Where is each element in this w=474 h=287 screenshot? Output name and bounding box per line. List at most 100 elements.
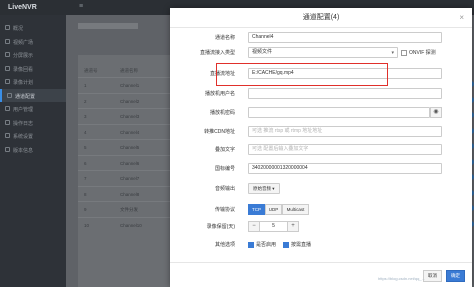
cdn-url-input[interactable]: 可选 推流 rtsp 或 rtmp 地址地址 (248, 126, 442, 137)
menu-icon[interactable]: ≡ (79, 3, 83, 10)
table-row[interactable]: 2 Channel2 (78, 92, 185, 108)
cell-channel-no: 2 (84, 98, 87, 104)
channel-name-input[interactable]: Channel4 (248, 32, 442, 43)
minus-icon[interactable]: − (249, 222, 260, 231)
home-icon (5, 25, 10, 30)
cell-channel-no: 5 (84, 145, 87, 150)
calendar-icon (5, 79, 10, 84)
cell-channel-no: 8 (84, 191, 87, 197)
enable-checkbox[interactable]: 是否启用 (248, 241, 276, 248)
table-row[interactable]: 6 Channel6 (78, 154, 185, 170)
sidebar-item-label: 版本信息 (13, 147, 34, 154)
table-row[interactable]: 4 Channel4 (78, 123, 185, 139)
dialog-title: 通道配置(4) (170, 8, 472, 28)
cell-channel-name: Channel4 (120, 129, 140, 135)
sidebar-item[interactable]: 通道配置 (0, 88, 66, 102)
sidebar-item-label: 用户管理 (13, 107, 34, 113)
sidebar-item[interactable]: 系统设置 (0, 129, 66, 142)
sidebar-item[interactable]: 视频广场 (0, 35, 66, 48)
row-overlay-text: 叠加文字 可选 配置后输入叠加文字 (170, 144, 472, 156)
log-icon (5, 119, 10, 125)
cell-channel-name: Channel5 (120, 145, 140, 150)
checkbox-checked-icon (248, 241, 254, 248)
split-icon (5, 52, 10, 57)
row-audio: 音频输出 原始音频 ▾ (170, 183, 472, 195)
plus-icon[interactable]: + (287, 222, 298, 231)
retention-stepper[interactable]: − 5 + (248, 221, 299, 232)
enable-label: 是否启用 (256, 242, 277, 248)
row-access-type: 直播流接入类型 视频文件 ▾ ONVIF 探测 (170, 47, 472, 59)
sidebar-item[interactable]: 分屏展示 (0, 48, 66, 61)
cell-channel-name: Channel10 (120, 222, 142, 228)
sidebar-item-label: 录像计划 (13, 80, 34, 86)
access-type-select[interactable]: 视频文件 ▾ (248, 47, 398, 58)
label-overlay-text: 叠加文字 (214, 147, 235, 153)
row-retention: 录像保留(天) − 5 + (170, 221, 472, 233)
label-channel-name: 通道名称 (214, 35, 235, 41)
gear-icon (5, 133, 10, 138)
sidebar-item-label: 操作日志 (13, 120, 34, 127)
table-row[interactable]: 10 Channel10 (78, 216, 185, 232)
table-row[interactable]: 5 Channel5 (78, 139, 185, 154)
table-header-no: 通道号 (84, 68, 98, 73)
cell-channel-no: 10 (84, 222, 90, 228)
user-icon (5, 106, 10, 111)
cell-channel-name: Channel2 (120, 98, 140, 104)
onvif-label: ONVIF 探测 (409, 50, 436, 56)
eye-icon[interactable]: ◉ (430, 107, 442, 118)
table-row[interactable]: 7 Channel7 (78, 170, 185, 185)
overlay-text-input[interactable]: 可选 配置后输入叠加文字 (248, 144, 442, 155)
sidebar-item-label: 视频广场 (13, 39, 34, 46)
table-row[interactable]: 8 Channel8 (78, 185, 185, 201)
info-icon (5, 146, 10, 152)
transport-multicast[interactable]: Multicast (282, 204, 309, 215)
on-demand-label: 按需直播 (291, 242, 312, 248)
row-others: 其他选项 是否启用 按需直播 (170, 239, 472, 251)
cell-channel-name: Channel7 (120, 176, 140, 181)
sidebar-item[interactable]: 用户管理 (0, 102, 66, 115)
sidebar-item-label: 分屏展示 (13, 53, 34, 59)
sidebar-item[interactable]: 录像计划 (0, 75, 66, 88)
ok-button[interactable]: 确定 (446, 270, 465, 282)
cell-channel-name: Channel6 (120, 160, 140, 166)
transport-tcp[interactable]: TCP (248, 204, 265, 215)
onvif-checkbox[interactable]: ONVIF 探测 (401, 49, 436, 56)
sidebar-item[interactable]: 版本信息 (0, 143, 66, 156)
label-access-type: 直播流接入类型 (199, 50, 235, 56)
checkbox-icon (401, 49, 407, 56)
cancel-button[interactable]: 取消 (423, 270, 442, 282)
label-cdn-url: 转推CDN地址 (204, 129, 235, 135)
label-gb-code: 国标编号 (214, 166, 235, 172)
on-demand-checkbox[interactable]: 按需直播 (283, 241, 311, 248)
watermark: https://blog.csdn.net/qq_... (378, 276, 425, 281)
table-row[interactable]: 3 Channel3 (78, 108, 185, 123)
sidebar-item-label: 通道配置 (15, 93, 36, 100)
transport-udp[interactable]: UDP (265, 204, 282, 215)
cell-channel-name: Channel1 (120, 83, 140, 88)
grid-icon (5, 38, 10, 44)
row-gb-code: 国标编号 34020000001320000004 (170, 163, 472, 175)
sidebar-item[interactable]: 录像回看 (0, 62, 66, 75)
sidebar-item[interactable]: 概况 (0, 21, 66, 34)
row-password: 播放机密码 ◉ (170, 107, 472, 119)
gb-code-input[interactable]: 34020000001320000004 (248, 163, 442, 174)
settings-icon (7, 92, 12, 98)
password-input[interactable] (248, 107, 430, 118)
caret-down-icon: ▾ (272, 186, 275, 191)
table-row[interactable]: 1 Channel1 (78, 77, 185, 92)
cell-channel-no: 6 (84, 160, 87, 166)
label-transport: 传输协议 (214, 207, 235, 213)
row-cdn-url: 转推CDN地址 可选 推流 rtsp 或 rtmp 地址地址 (170, 126, 472, 138)
cell-channel-no: 1 (84, 83, 87, 88)
sidebar-item[interactable]: 操作日志 (0, 116, 66, 129)
sidebar-item-label: 录像回看 (13, 66, 34, 73)
cell-channel-name: 文件分发 (120, 207, 138, 212)
checkbox-checked-icon (283, 241, 289, 248)
access-type-value: 视频文件 (252, 49, 273, 55)
cell-channel-no: 3 (84, 114, 87, 119)
close-icon[interactable]: × (459, 13, 464, 22)
username-input[interactable] (248, 88, 442, 99)
sidebar: 概况视频广场分屏展示录像回看录像计划通道配置用户管理操作日志系统设置版本信息 (0, 15, 66, 287)
table-row[interactable]: 9 文件分发 (78, 201, 185, 216)
audio-dropdown[interactable]: 原始音频 ▾ (248, 183, 280, 194)
